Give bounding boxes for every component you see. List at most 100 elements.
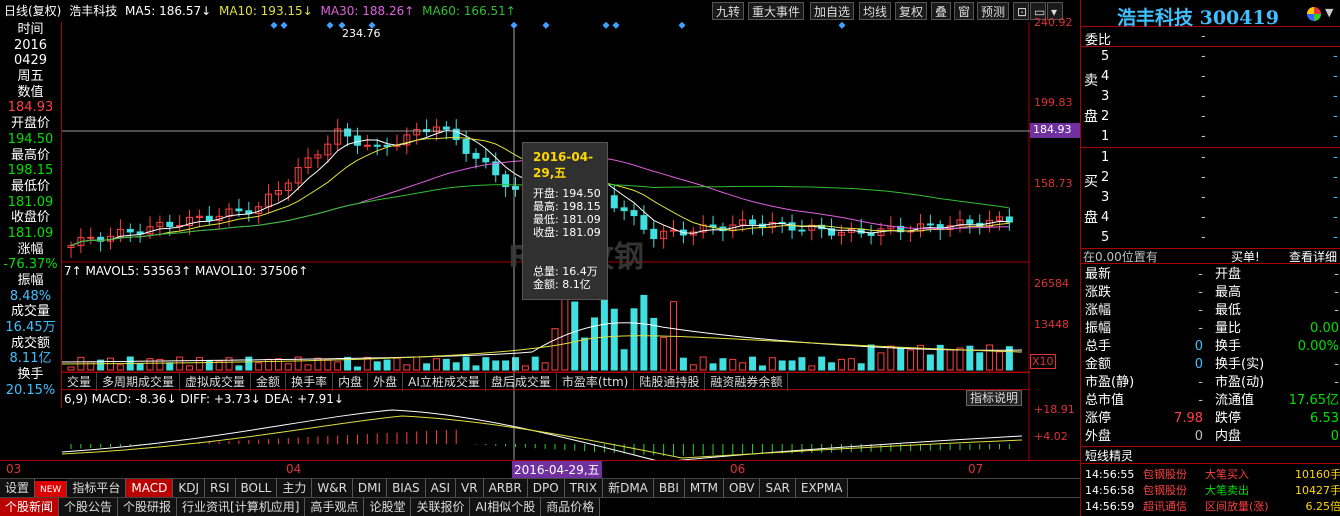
chevron-down-icon[interactable]: ▼ <box>1325 6 1333 19</box>
indicator-tab[interactable]: KDJ <box>173 479 205 497</box>
volume-tab[interactable]: 多周期成交量 <box>97 373 181 391</box>
indicator-tab[interactable]: ASI <box>425 479 457 497</box>
toolbar-button[interactable]: 重大事件 <box>748 2 805 20</box>
indicator-tab[interactable]: W&R <box>312 479 353 497</box>
volume-tabs: 交量 多周期成交量 虚拟成交量 金额 换手率 内盘 外盘 AI立桩成交量 盘后成交量 市盈率(tt… <box>62 372 1030 391</box>
info-tab[interactable]: 高手观点 <box>305 498 365 516</box>
indicator-tab[interactable]: MTM <box>684 479 724 497</box>
indicator-tab[interactable]: TRIX <box>564 479 604 497</box>
alert-volume: 6.25倍 <box>1305 500 1340 513</box>
indicator-tab[interactable]: RSI <box>205 479 236 497</box>
order-level[interactable]: 2 - - <box>1081 108 1340 126</box>
high-price-label: 234.76 <box>342 27 381 40</box>
info-tab[interactable]: 商品价格 <box>541 498 601 516</box>
order-level[interactable]: 1 - - <box>1081 149 1340 167</box>
volume-tab[interactable]: 虚拟成交量 <box>180 373 252 391</box>
volume-tab[interactable]: 换手率 <box>286 373 334 391</box>
tooltip-row: 最高: 198.15 <box>533 200 601 213</box>
indicator-tab[interactable]: DMI <box>352 479 388 497</box>
candle-body <box>205 215 213 221</box>
indicator-tab[interactable]: 主力 <box>277 479 313 497</box>
quote-value: - <box>1198 285 1203 300</box>
quote-title: 浩丰科技 300419 <box>1117 7 1279 29</box>
volume-bar <box>709 363 717 371</box>
volume-tab[interactable]: 市盈率(ttm) <box>557 373 635 391</box>
order-level[interactable]: 4 - - <box>1081 209 1340 227</box>
indicator-tab[interactable]: DPO <box>527 479 565 497</box>
indicator-tab[interactable]: MACD <box>126 479 174 497</box>
indicator-tab[interactable]: SAR <box>760 479 796 497</box>
order-level[interactable]: 1 - - <box>1081 128 1340 146</box>
toolbar-button[interactable]: 预测 <box>977 2 1010 20</box>
volume-tab[interactable]: 交量 <box>62 373 98 391</box>
indicator-tab[interactable]: 指标平台 <box>67 479 127 497</box>
tooltip-row: 收盘: 181.09 <box>533 226 601 239</box>
quote-value: - <box>1334 375 1339 390</box>
indicator-help-button[interactable]: 指标说明 <box>966 390 1023 406</box>
volume-tab[interactable]: 内盘 <box>333 373 369 391</box>
indicator-tab[interactable]: ARBR <box>483 479 528 497</box>
toolbar-button[interactable]: 九转 <box>712 2 745 20</box>
volume-tab[interactable]: 盘后成交量 <box>486 373 557 391</box>
info-tab[interactable]: 行业资讯[计算机应用] <box>177 498 306 516</box>
candle-body <box>344 128 352 137</box>
lock-icon[interactable]: ⊡ <box>1013 2 1029 20</box>
color-wheel-icon[interactable] <box>1307 7 1321 21</box>
date-tick: 07 <box>968 462 984 476</box>
quote-label: 涨停 <box>1085 411 1112 426</box>
indicator-tab[interactable]: 新DMA <box>603 479 654 497</box>
volume-tab[interactable]: 融资融券余额 <box>705 373 789 391</box>
info-tab[interactable]: 个股新闻 <box>0 498 60 516</box>
toolbar-button[interactable]: 复权 <box>895 2 928 20</box>
short-alert-title: 短线精灵 <box>1085 449 1134 463</box>
level-price: - <box>1201 49 1206 64</box>
indicator-tab[interactable]: VR <box>456 479 484 497</box>
info-tab[interactable]: 关联报价 <box>411 498 471 516</box>
indicator-tab[interactable]: EXPMA <box>795 479 849 497</box>
indicator-tab[interactable]: 设置 <box>0 479 36 497</box>
volume-bar <box>610 308 618 371</box>
quote-row: 金额 0 换手(实) - <box>1081 356 1340 374</box>
order-level[interactable]: 2 - - <box>1081 169 1340 187</box>
info-tab[interactable]: 个股研报 <box>118 498 178 516</box>
order-level[interactable]: 3 - - <box>1081 88 1340 106</box>
order-level[interactable]: 4 - - <box>1081 68 1340 86</box>
indicator-tab[interactable]: OBV <box>723 479 761 497</box>
volume-bar <box>274 358 282 371</box>
period-label[interactable]: 日线(复权) <box>4 4 61 18</box>
level-volume: - <box>1333 190 1338 205</box>
volume-tab[interactable]: AI立桩成交量 <box>403 373 486 391</box>
volume-tab[interactable]: 陆股通持股 <box>634 373 706 391</box>
data-window-line: 20.15% <box>5 382 56 398</box>
volume-bar <box>877 352 885 371</box>
order-level[interactable]: 3 - - <box>1081 189 1340 207</box>
volume-bar <box>699 356 707 371</box>
info-tab[interactable]: 论股堂 <box>364 498 412 516</box>
volume-tab[interactable]: 外盘 <box>368 373 404 391</box>
view-detail-link[interactable]: 查看详细 <box>1289 248 1337 265</box>
stock-name: 浩丰科技 <box>69 4 118 18</box>
level-number: 2 <box>1101 109 1110 124</box>
alert-row[interactable]: 14:56:59 超讯通信 区间放量(涨) 6.25倍 <box>1081 498 1340 516</box>
level-volume: - <box>1333 210 1338 225</box>
indicator-tab[interactable]: BIAS <box>387 479 426 497</box>
toolbar-button[interactable]: 叠 <box>931 2 952 20</box>
toolbar-button[interactable]: 均线 <box>859 2 892 20</box>
quote-value: - <box>1334 267 1339 282</box>
order-level[interactable]: 5 - - <box>1081 229 1340 247</box>
buy-order-text: 买单! <box>1231 250 1260 264</box>
volume-bar <box>235 365 243 371</box>
ma60-label: MA60: 166.51↑ <box>422 4 516 18</box>
indicator-tab[interactable]: BBI <box>653 479 685 497</box>
chart-toolbar: 九转 重大事件 加自选 均线 复权叠窗预测 ⊡ ▭ ▾ <box>712 0 1063 22</box>
volume-tab[interactable]: 金额 <box>251 373 287 391</box>
toolbar-button[interactable]: 加自选 <box>810 2 855 20</box>
volume-bar <box>630 308 638 371</box>
volume-bar <box>867 344 875 371</box>
toolbar-button[interactable]: 窗 <box>954 2 975 20</box>
order-level[interactable]: 5 - - <box>1081 48 1340 66</box>
info-tab[interactable]: AI相似个股 <box>470 498 542 516</box>
tooltip-title: 2016-04-29,五 <box>533 150 594 180</box>
info-tab[interactable]: 个股公告 <box>59 498 119 516</box>
indicator-tab[interactable]: BOLL <box>235 479 278 497</box>
